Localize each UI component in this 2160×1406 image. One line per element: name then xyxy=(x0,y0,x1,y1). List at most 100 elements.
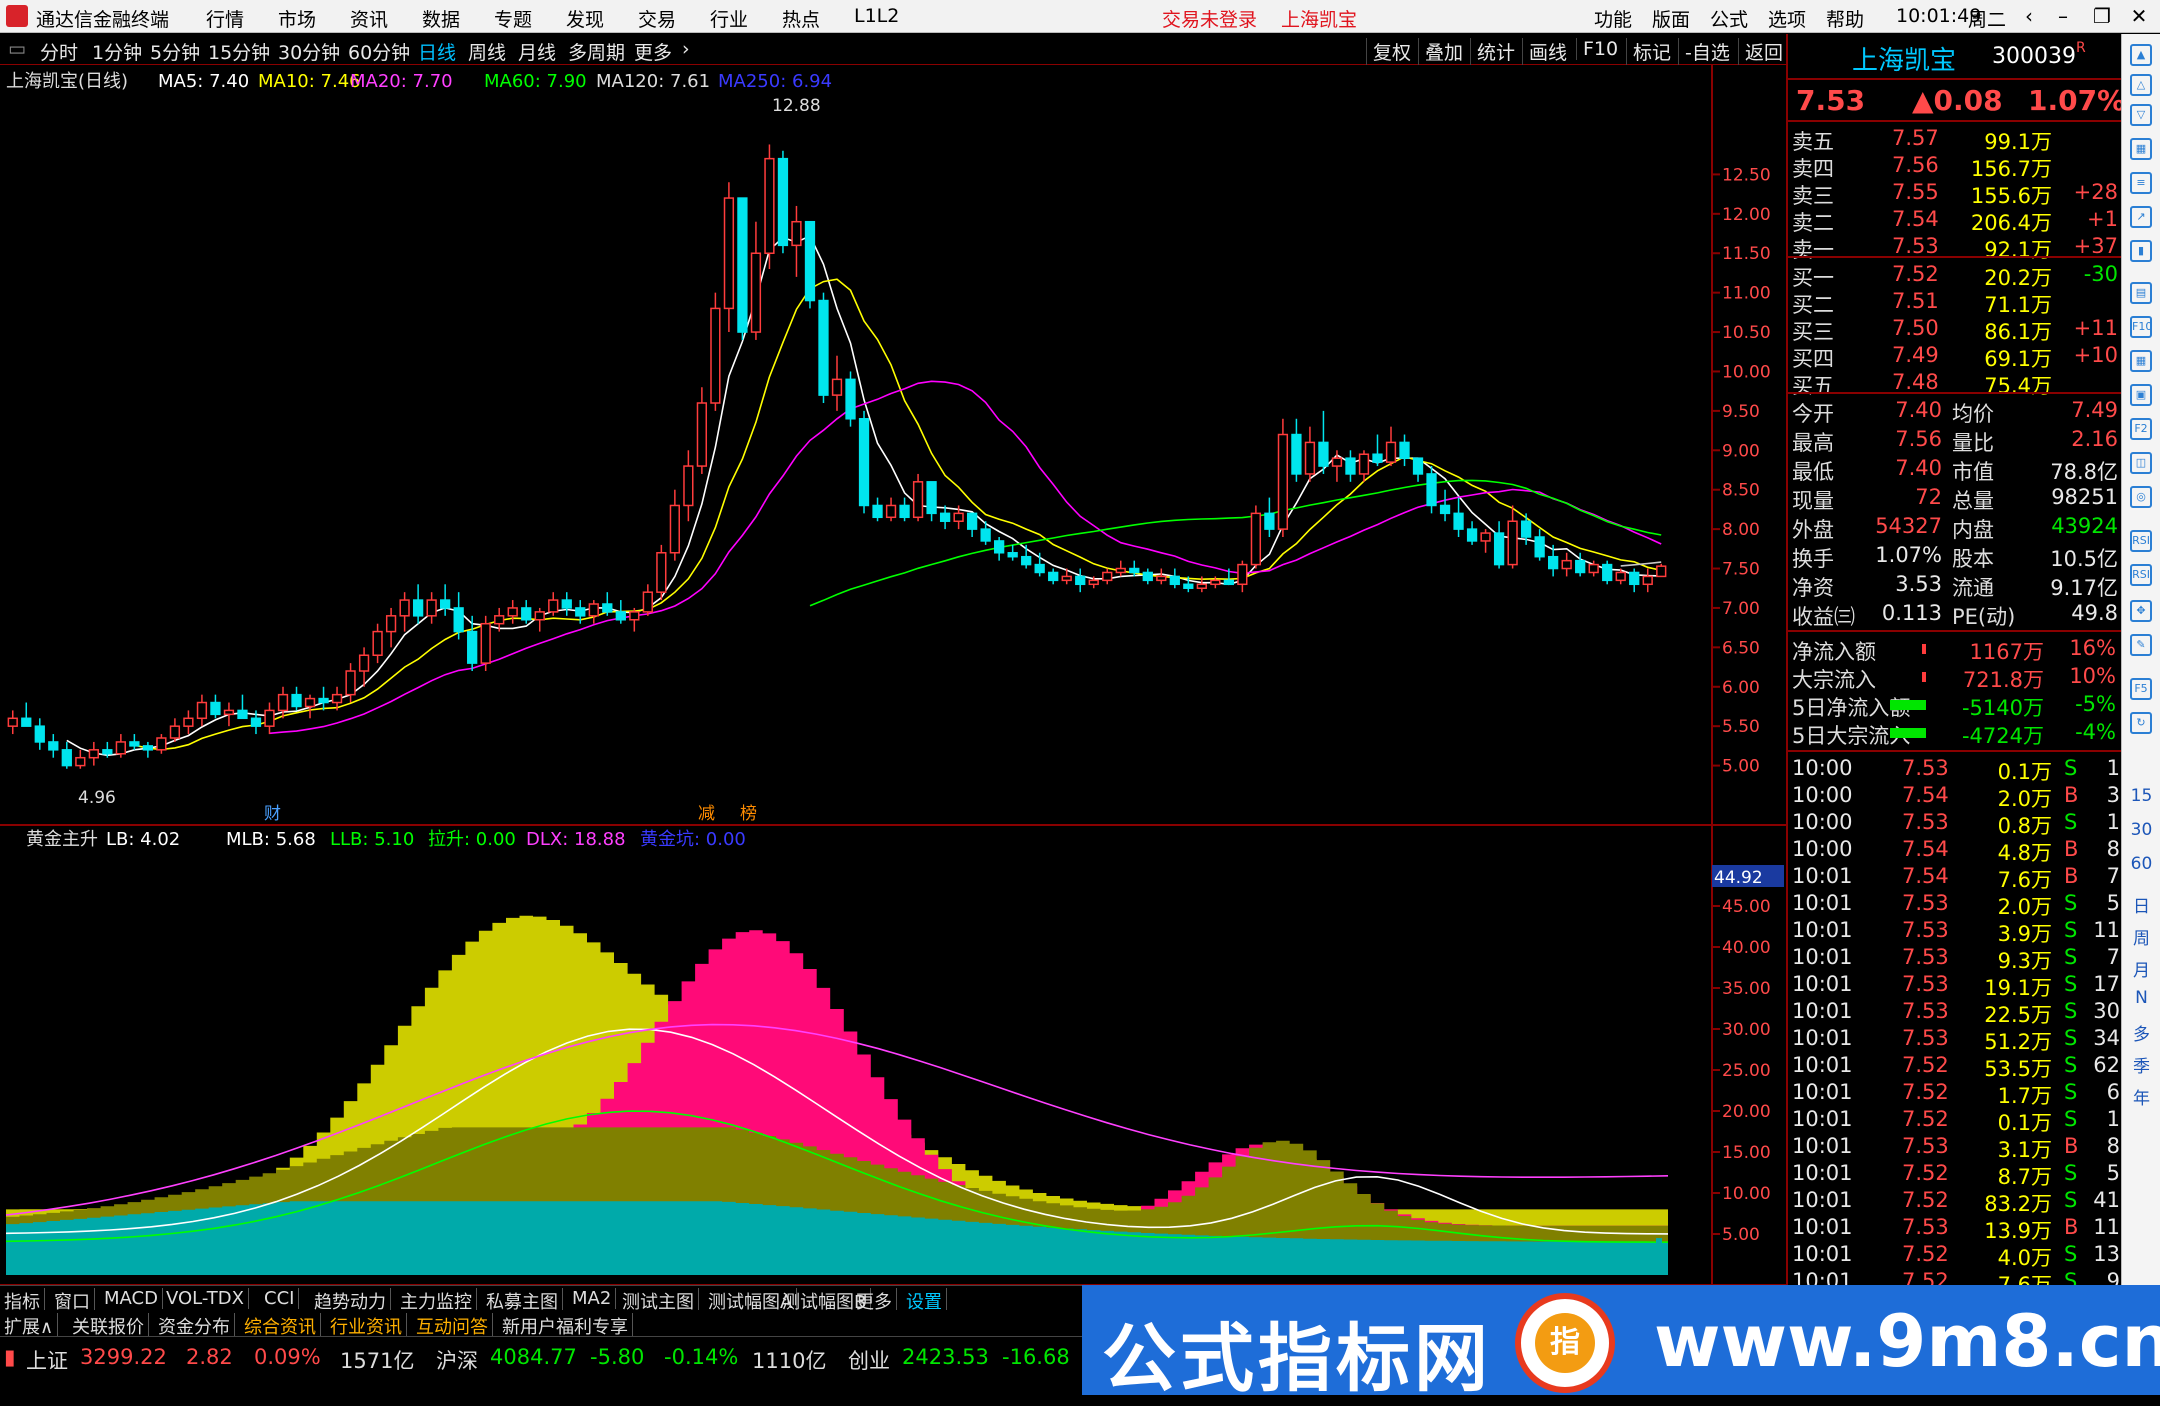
period-monthly[interactable]: 月线 xyxy=(518,38,556,65)
flow-row[interactable]: 大宗流入 721.8万 10% xyxy=(1792,664,2120,692)
btn-fanhui[interactable]: 返回 xyxy=(1738,38,1783,65)
trade-login-status[interactable]: 交易未登录 xyxy=(1162,5,1257,32)
side-month[interactable]: 月 xyxy=(2122,956,2160,981)
kline-chart[interactable]: 12.50 12.00 11.50 11.00 10.50 10.00 9.50 9.00 8.… xyxy=(0,65,1786,1285)
menu-shuju[interactable]: 数据 xyxy=(422,5,460,32)
list-icon[interactable]: ≡ xyxy=(2130,172,2152,194)
side-num-30[interactable]: 30 xyxy=(2122,820,2160,840)
flow-row[interactable]: 净流入额 1167万 16% xyxy=(1792,636,2120,664)
menu-jiaoyi[interactable]: 交易 xyxy=(638,5,676,32)
menu-hangqing[interactable]: 行情 xyxy=(206,5,244,32)
btn-tongji[interactable]: 统计 xyxy=(1470,38,1515,65)
kline-icon[interactable]: ▦ xyxy=(2130,138,2152,160)
grid-icon[interactable]: ▦ xyxy=(2130,350,2152,372)
side-week[interactable]: 周 xyxy=(2122,924,2160,949)
period-15min[interactable]: 15分钟 xyxy=(208,38,270,65)
restore-icon[interactable]: ❐ xyxy=(2085,2,2119,30)
indicator-tab[interactable]: VOL-TDX xyxy=(162,1288,249,1309)
tick-row[interactable]: 10:00 7.54 2.0万 B 3 xyxy=(1792,783,2120,811)
btn-huaxian[interactable]: 画线 xyxy=(1522,38,1567,65)
info-row[interactable]: 外盘 54327 内盘 43924 xyxy=(1792,514,2120,542)
side-n[interactable]: N xyxy=(2122,988,2160,1008)
bid-row[interactable]: 买二 7.51 71.1万 xyxy=(1792,289,2120,317)
tick-row[interactable]: 10:01 7.52 1.7万 S 6 xyxy=(1792,1080,2120,1108)
bar-chart-icon[interactable]: ▮ xyxy=(2130,240,2152,262)
tick-row[interactable]: 10:00 7.53 0.1万 S 1 xyxy=(1792,756,2120,784)
menu-redian[interactable]: 热点 xyxy=(782,5,820,32)
trend-icon[interactable]: ↗ xyxy=(2130,206,2152,228)
ask-row[interactable]: 卖五 7.57 99.1万 xyxy=(1792,126,2120,154)
toolbar-menu-icon[interactable]: ▭ xyxy=(8,38,26,60)
menu-faxian[interactable]: 发现 xyxy=(566,5,604,32)
period-30min[interactable]: 30分钟 xyxy=(278,38,340,65)
document-icon[interactable]: ▤ xyxy=(2130,282,2152,304)
period-more-arrow-icon[interactable]: › xyxy=(682,38,690,60)
f10-icon[interactable]: F10 xyxy=(2130,316,2152,338)
tick-row[interactable]: 10:01 7.52 0.1万 S 1 xyxy=(1792,1107,2120,1135)
tick-row[interactable]: 10:00 7.54 4.8万 B 8 xyxy=(1792,837,2120,865)
side-num-60[interactable]: 60 xyxy=(2122,854,2160,874)
btn-diejia[interactable]: 叠加 xyxy=(1418,38,1463,65)
tick-row[interactable]: 10:01 7.53 3.1万 B 8 xyxy=(1792,1134,2120,1162)
info-row[interactable]: 收益㈢ 0.113 PE(动) 49.8 xyxy=(1792,601,2120,629)
cy-name[interactable]: 创业 xyxy=(848,1345,890,1375)
menu-gongneng[interactable]: 功能 xyxy=(1594,5,1632,32)
info-row[interactable]: 最高 7.56 量比 2.16 xyxy=(1792,427,2120,455)
btn-biaoji[interactable]: 标记 xyxy=(1626,38,1671,65)
side-season[interactable]: 季 xyxy=(2122,1052,2160,1077)
mark-cai[interactable]: 财 xyxy=(264,804,281,824)
tick-row[interactable]: 10:01 7.53 51.2万 S 34 xyxy=(1792,1026,2120,1054)
hs-name[interactable]: 沪深 xyxy=(436,1345,478,1375)
side-day[interactable]: 日 xyxy=(2122,892,2160,917)
menu-hangye[interactable]: 行业 xyxy=(710,5,748,32)
side-num-15[interactable]: 15 xyxy=(2122,786,2160,806)
period-60min[interactable]: 60分钟 xyxy=(348,38,410,65)
flow-row[interactable]: 5日净流入额 -5140万 -5% xyxy=(1792,692,2120,720)
bid-row[interactable]: 买三 7.50 86.1万 +11 xyxy=(1792,316,2120,344)
period-daily[interactable]: 日线 xyxy=(418,38,456,65)
side-year[interactable]: 年 xyxy=(2122,1084,2160,1109)
mark-bang[interactable]: 榜 xyxy=(740,804,757,824)
menu-gongshi[interactable]: 公式 xyxy=(1710,5,1748,32)
bid-row[interactable]: 买四 7.49 69.1万 +10 xyxy=(1792,343,2120,371)
period-multi[interactable]: 多周期 xyxy=(568,38,625,65)
indicator-tab[interactable]: CCI xyxy=(260,1288,300,1309)
ask-row[interactable]: 卖三 7.55 155.6万 +28 xyxy=(1792,180,2120,208)
info-row[interactable]: 最低 7.40 市值 78.8亿 xyxy=(1792,456,2120,484)
info-row[interactable]: 净资 3.53 流通 9.17亿 xyxy=(1792,572,2120,600)
info-row[interactable]: 今开 7.40 均价 7.49 xyxy=(1792,398,2120,426)
refresh-icon[interactable]: ↻ xyxy=(2130,712,2152,734)
calendar-icon[interactable]: ▣ xyxy=(2130,384,2152,406)
period-fenshi[interactable]: 分时 xyxy=(40,38,78,65)
tick-row[interactable]: 10:01 7.52 83.2万 S 41 xyxy=(1792,1188,2120,1216)
period-1min[interactable]: 1分钟 xyxy=(92,38,142,65)
tick-row[interactable]: 10:01 7.53 3.9万 S 11 xyxy=(1792,918,2120,946)
bid-row[interactable]: 买一 7.52 20.2万 -30 xyxy=(1792,262,2120,290)
chart-icon[interactable]: ◫ xyxy=(2130,452,2152,474)
ask-row[interactable]: 卖四 7.56 156.7万 xyxy=(1792,153,2120,181)
ask-row[interactable]: 卖二 7.54 206.4万 +1 xyxy=(1792,207,2120,235)
arrow-up-2-icon[interactable]: △ xyxy=(2130,74,2152,96)
arrow-down-icon[interactable]: ▽ xyxy=(2130,104,2152,126)
tick-row[interactable]: 10:01 7.53 22.5万 S 30 xyxy=(1792,999,2120,1027)
circle-icon[interactable]: ◎ xyxy=(2130,486,2152,508)
arrow-up-icon[interactable]: ▲ xyxy=(2130,44,2152,66)
menu-shichang[interactable]: 市场 xyxy=(278,5,316,32)
indicator-tab[interactable]: MACD xyxy=(100,1288,163,1309)
info-row[interactable]: 现量 72 总量 98251 xyxy=(1792,485,2120,513)
tick-row[interactable]: 10:01 7.52 8.7万 S 5 xyxy=(1792,1161,2120,1189)
period-more[interactable]: 更多 xyxy=(634,38,672,65)
menu-banmian[interactable]: 版面 xyxy=(1652,5,1690,32)
tick-row[interactable]: 10:01 7.52 4.0万 S 13 xyxy=(1792,1242,2120,1270)
move-icon[interactable]: ✥ xyxy=(2130,600,2152,622)
tick-row[interactable]: 10:01 7.52 53.5万 S 62 xyxy=(1792,1053,2120,1081)
indicator-tab[interactable]: MA2 xyxy=(568,1288,617,1309)
side-multi[interactable]: 多 xyxy=(2122,1020,2160,1045)
tick-row[interactable]: 10:01 7.53 9.3万 S 7 xyxy=(1792,945,2120,973)
btn-zixuan[interactable]: -自选 xyxy=(1678,38,1730,65)
menu-xuanxiang[interactable]: 选项 xyxy=(1768,5,1806,32)
rsi-icon[interactable]: RSI xyxy=(2130,530,2152,552)
close-icon[interactable]: ✕ xyxy=(2122,2,2156,30)
tick-row[interactable]: 10:01 7.53 19.1万 S 17 xyxy=(1792,972,2120,1000)
tick-row[interactable]: 10:01 7.53 2.0万 S 5 xyxy=(1792,891,2120,919)
